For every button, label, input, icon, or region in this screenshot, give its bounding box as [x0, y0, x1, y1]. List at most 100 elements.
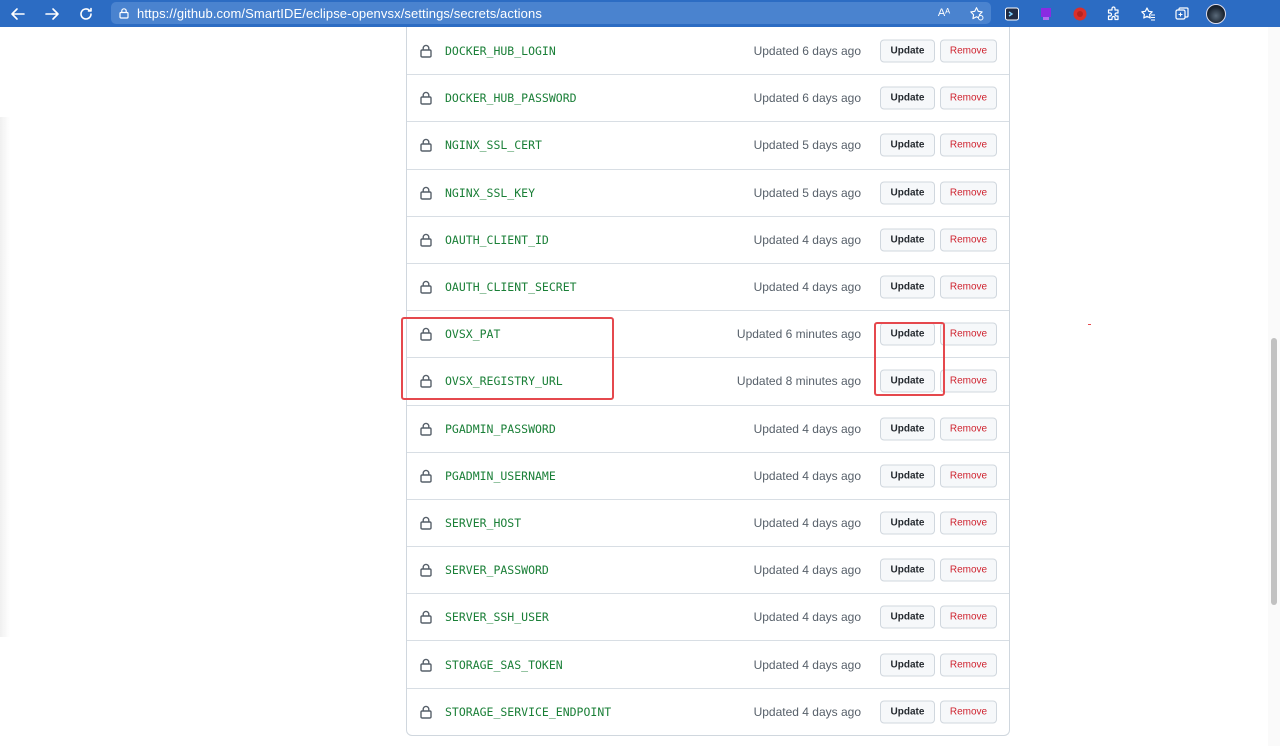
secret-row: SERVER_SSH_USER Updated 4 days ago Updat… [407, 593, 1009, 640]
secret-updated-time: Updated 5 days ago [753, 185, 861, 200]
url-text[interactable]: https://github.com/SmartIDE/eclipse-open… [137, 6, 542, 21]
update-button[interactable]: Update [880, 605, 935, 629]
secret-updated-time: Updated 6 days ago [753, 43, 861, 58]
remove-button[interactable]: Remove [940, 86, 997, 110]
site-lock-icon[interactable] [111, 7, 137, 19]
address-bar[interactable]: https://github.com/SmartIDE/eclipse-open… [111, 2, 991, 24]
secret-row: DOCKER_HUB_LOGIN Updated 6 days ago Upda… [407, 27, 1009, 74]
extension-purple-icon[interactable] [1029, 0, 1063, 27]
update-button[interactable]: Update [880, 275, 935, 299]
scrollbar-thumb[interactable] [1271, 338, 1277, 605]
secret-row: SERVER_HOST Updated 4 days ago Update Re… [407, 498, 1009, 546]
secret-name: OAUTH_CLIENT_SECRET [445, 280, 577, 295]
remove-button[interactable]: Remove [940, 39, 997, 63]
remove-button[interactable]: Remove [940, 228, 997, 252]
favorites-icon[interactable] [1131, 0, 1165, 27]
lock-icon [420, 705, 432, 719]
secret-updated-time: Updated 6 days ago [753, 91, 861, 106]
update-button[interactable]: Update [880, 417, 935, 441]
update-button[interactable]: Update [880, 558, 935, 582]
secret-updated-time: Updated 4 days ago [753, 563, 861, 578]
secret-updated-time: Updated 5 days ago [753, 138, 861, 153]
lock-icon [420, 374, 432, 389]
secret-name: PGADMIN_PASSWORD [445, 421, 556, 436]
secret-updated-time: Updated 4 days ago [753, 421, 861, 436]
secrets-list: DOCKER_HUB_LOGIN Updated 6 days ago Upda… [406, 27, 1010, 736]
secret-row: OVSX_PAT Updated 6 minutes ago Update Re… [407, 310, 1009, 357]
secret-name: SERVER_SSH_USER [445, 610, 549, 625]
secret-row: NGINX_SSL_KEY Updated 5 days ago Update … [407, 168, 1009, 216]
secret-row: STORAGE_SERVICE_ENDPOINT Updated 4 days … [407, 687, 1009, 735]
secret-name: OAUTH_CLIENT_ID [445, 232, 549, 247]
update-button[interactable]: Update [880, 700, 935, 724]
collections-icon[interactable] [1165, 0, 1199, 27]
secret-name: SERVER_PASSWORD [445, 563, 549, 578]
secret-name: SERVER_HOST [445, 515, 522, 530]
left-edge-shadow [0, 117, 10, 637]
lock-icon [420, 610, 432, 625]
remove-button[interactable]: Remove [940, 417, 997, 441]
secret-updated-time: Updated 6 minutes ago [736, 327, 861, 342]
annotation-mark [1088, 324, 1091, 325]
favorite-star-icon[interactable] [967, 4, 985, 22]
lock-icon [420, 563, 432, 577]
remove-button[interactable]: Remove [940, 181, 997, 205]
secret-name: NGINX_SSL_CERT [445, 138, 542, 153]
secret-updated-time: Updated 4 days ago [753, 610, 861, 625]
secret-row: NGINX_SSL_CERT Updated 5 days ago Update… [407, 121, 1009, 168]
secret-name: STORAGE_SERVICE_ENDPOINT [445, 704, 612, 719]
secret-updated-time: Updated 4 days ago [753, 468, 861, 483]
update-button[interactable]: Update [880, 181, 935, 205]
secret-name: DOCKER_HUB_PASSWORD [445, 91, 577, 106]
secret-row: DOCKER_HUB_PASSWORD Updated 6 days ago U… [407, 74, 1009, 121]
extension-red-icon[interactable] [1063, 0, 1097, 27]
remove-button[interactable]: Remove [940, 464, 997, 488]
secret-row: STORAGE_SAS_TOKEN Updated 4 days ago Upd… [407, 640, 1009, 687]
lock-icon [420, 658, 432, 672]
update-button[interactable]: Update [880, 86, 935, 110]
remove-button[interactable]: Remove [940, 369, 997, 393]
update-button[interactable]: Update [880, 653, 935, 677]
remove-button[interactable]: Remove [940, 605, 997, 629]
page-scrollbar[interactable] [1268, 27, 1280, 746]
update-button[interactable]: Update [880, 464, 935, 488]
refresh-icon[interactable] [69, 0, 103, 27]
secret-row: OAUTH_CLIENT_SECRET Updated 4 days ago U… [407, 262, 1009, 310]
browser-toolbar: https://github.com/SmartIDE/eclipse-open… [0, 0, 1280, 27]
page-content: DOCKER_HUB_LOGIN Updated 6 days ago Upda… [0, 27, 1280, 746]
extension-terminal-icon[interactable] [995, 0, 1029, 27]
profile-avatar[interactable] [1199, 0, 1233, 27]
lock-icon [420, 233, 432, 247]
back-arrow-icon[interactable] [1, 0, 35, 27]
secret-name: OVSX_PAT [445, 327, 501, 342]
remove-button[interactable]: Remove [940, 511, 997, 535]
remove-button[interactable]: Remove [940, 653, 997, 677]
remove-button[interactable]: Remove [940, 322, 997, 346]
forward-arrow-icon[interactable] [35, 0, 69, 27]
extensions-puzzle-icon[interactable] [1097, 0, 1131, 27]
update-button[interactable]: Update [880, 511, 935, 535]
update-button[interactable]: Update [880, 369, 935, 393]
secret-name: OVSX_REGISTRY_URL [445, 374, 563, 389]
secret-name: NGINX_SSL_KEY [445, 185, 536, 200]
secret-name: STORAGE_SAS_TOKEN [445, 657, 563, 672]
remove-button[interactable]: Remove [940, 700, 997, 724]
secret-name: PGADMIN_USERNAME [445, 468, 556, 483]
secret-row: OAUTH_CLIENT_ID Updated 4 days ago Updat… [407, 215, 1009, 263]
update-button[interactable]: Update [880, 228, 935, 252]
update-button[interactable]: Update [880, 322, 935, 346]
remove-button[interactable]: Remove [940, 133, 997, 157]
secret-row: SERVER_PASSWORD Updated 4 days ago Updat… [407, 546, 1009, 593]
update-button[interactable]: Update [880, 133, 935, 157]
secret-name: DOCKER_HUB_LOGIN [445, 43, 556, 58]
read-aloud-icon[interactable]: Aᴬ [935, 4, 953, 22]
lock-icon [420, 280, 432, 294]
secret-row: PGADMIN_PASSWORD Updated 4 days ago Upda… [407, 404, 1009, 452]
lock-icon [420, 469, 432, 483]
update-button[interactable]: Update [880, 39, 935, 63]
remove-button[interactable]: Remove [940, 275, 997, 299]
secret-updated-time: Updated 4 days ago [753, 657, 861, 672]
lock-icon [420, 138, 432, 153]
lock-icon [420, 186, 432, 200]
remove-button[interactable]: Remove [940, 558, 997, 582]
